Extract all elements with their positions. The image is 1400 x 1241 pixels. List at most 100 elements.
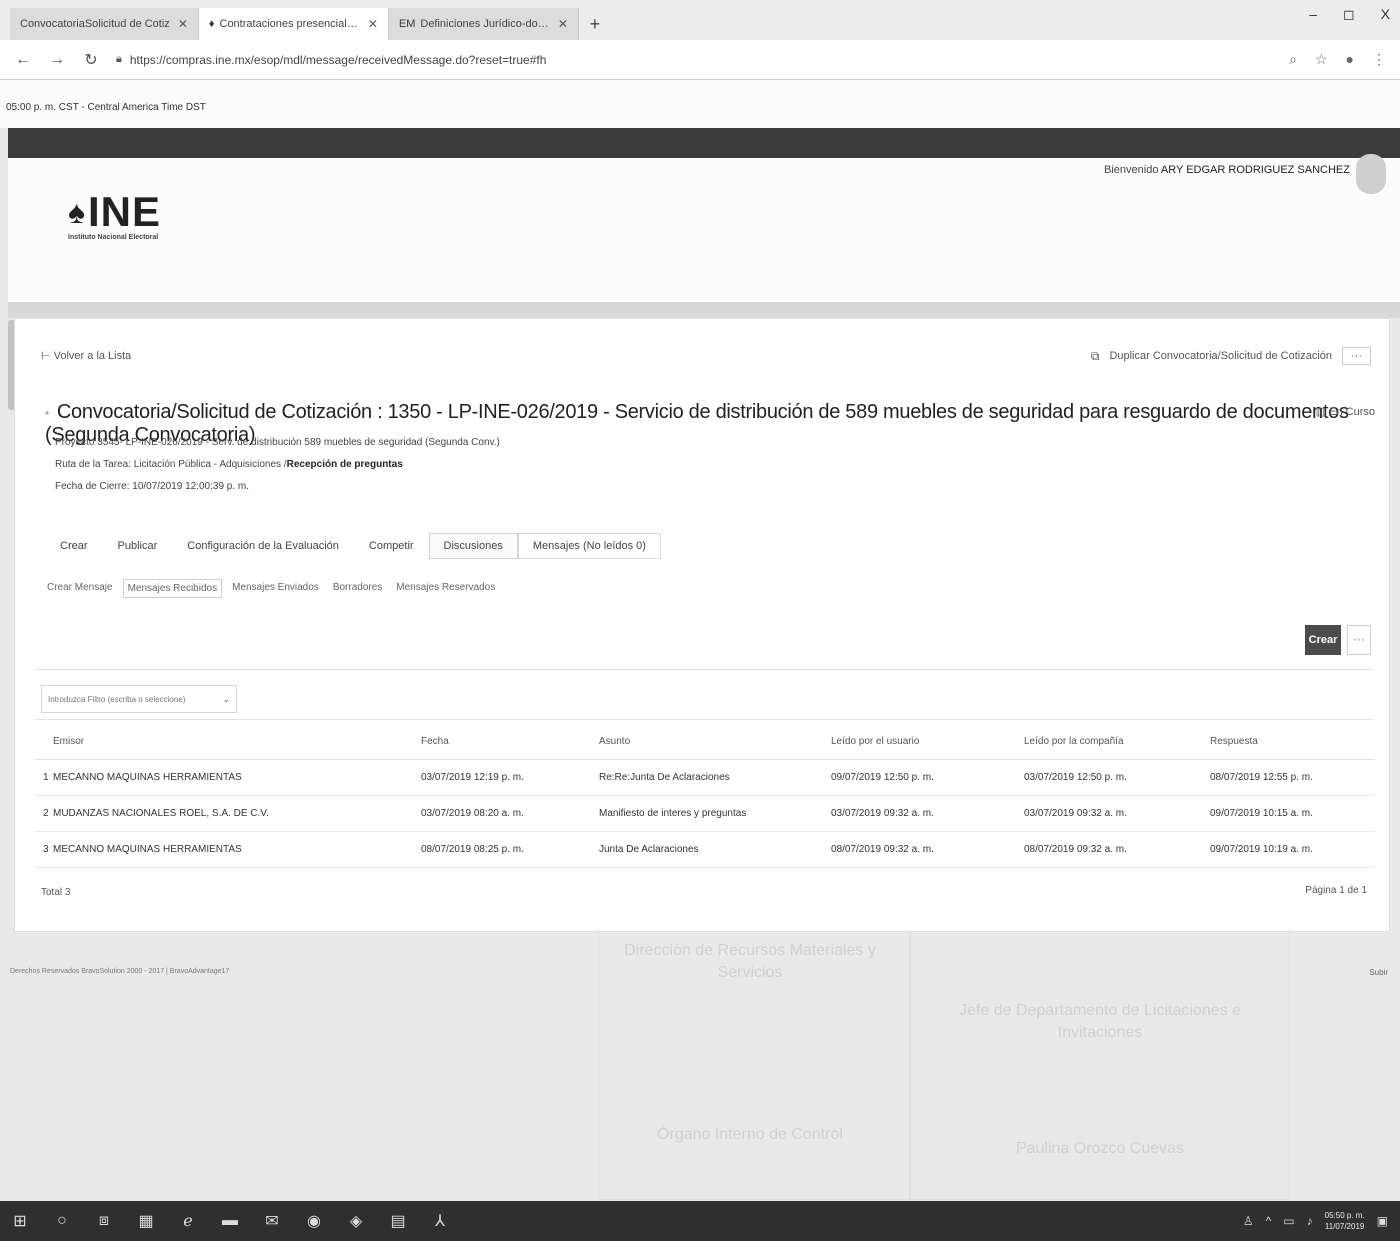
back-to-list-link[interactable]: ⊢ Volver a la Lista (41, 349, 131, 362)
task-view-icon[interactable]: ⧈ (94, 1212, 114, 1230)
url-field[interactable]: 🔒︎ https://compras.ine.mx/esop/mdl/messa… (116, 53, 1273, 67)
column-header-leido-usuario[interactable]: Leído por el usuario (831, 725, 1024, 760)
duplicate-rfq-area: ⧉ Duplicar Convocatoria/Solicitud de Cot… (1091, 347, 1371, 365)
cell-leido-usuario: 03/07/2019 09:32 a. m. (831, 795, 1024, 832)
tray-chevron-up-icon[interactable]: ^ (1266, 1214, 1272, 1228)
clock-date: 11/07/2019 (1324, 1222, 1365, 1231)
outlook-icon[interactable]: ✉ (262, 1211, 282, 1231)
column-header-fecha[interactable]: Fecha (421, 725, 599, 760)
windows-start-icon[interactable]: ⊞ (10, 1211, 30, 1231)
cell-emisor[interactable]: MECANNO MAQUINAS HERRAMIENTAS (53, 831, 421, 868)
cell-asunto[interactable]: Manifiesto de interes y preguntas (599, 795, 831, 832)
user-name[interactable]: ARY EDGAR RODRIGUEZ SANCHEZ (1161, 164, 1350, 176)
pdf-icon[interactable]: ⅄ (430, 1211, 450, 1231)
tab-configuracion-evaluacion[interactable]: Configuración de la Evaluación (172, 533, 354, 559)
lock-icon: 🔒︎ (116, 53, 122, 65)
cell-asunto[interactable]: Junta De Aclaraciones (599, 831, 831, 868)
avatar[interactable] (1356, 154, 1386, 194)
cell-leido-usuario: 09/07/2019 12:50 p. m. (831, 759, 1024, 796)
subtab-mensajes-enviados[interactable]: Mensajes Enviados (228, 579, 323, 598)
tab-competir[interactable]: Competir (354, 533, 429, 559)
more-actions-button[interactable]: ··· (1342, 347, 1371, 365)
close-window-button[interactable]: X (1381, 6, 1390, 23)
calculator-icon[interactable]: ▦ (136, 1211, 156, 1231)
timezone-bar: 05:00 p. m. CST - Central America Time D… (0, 80, 1400, 128)
cell-fecha: 03/07/2019 08:20 a. m. (421, 795, 599, 832)
cell-emisor[interactable]: MECANNO MAQUINAS HERRAMIENTAS (53, 759, 421, 796)
column-header-emisor[interactable]: Emisor (53, 725, 421, 760)
tab-mensajes[interactable]: Mensajes (No leídos 0) (517, 533, 661, 559)
search-circle-icon[interactable]: ○ (52, 1212, 72, 1230)
tab-publicar[interactable]: Publicar (103, 533, 173, 559)
close-icon[interactable]: ✕ (368, 17, 378, 31)
maximize-button[interactable]: ◻ (1343, 6, 1355, 23)
forward-arrow-icon[interactable]: → (48, 51, 66, 69)
ine-diamond-icon: ♠ (68, 194, 86, 230)
filter-input[interactable] (48, 694, 218, 704)
chevron-down-icon[interactable]: ⌄ (222, 694, 230, 705)
tab-crear[interactable]: Crear (45, 533, 103, 559)
timezone-text: 05:00 p. m. CST - Central America Time D… (6, 102, 206, 113)
ine-logo[interactable]: ♠INE Instituto Nacional Electoral (68, 191, 161, 242)
logo-subtitle: Instituto Nacional Electoral (68, 234, 159, 241)
address-bar-actions: ⌕ ☆ ● ⋮ (1289, 51, 1386, 68)
scroll-top-link[interactable]: Subir (1369, 968, 1388, 977)
menu-kebab-icon[interactable]: ⋮ (1372, 51, 1386, 68)
notifications-icon[interactable]: ▣ (1377, 1214, 1388, 1228)
back-arrow-icon[interactable]: ← (14, 51, 32, 69)
close-icon[interactable]: ✕ (558, 17, 568, 31)
minimize-button[interactable]: – (1309, 6, 1317, 23)
clock-time: 05:50 p. m. (1324, 1211, 1365, 1220)
subtab-mensajes-recibidos[interactable]: Mensajes Recibidos (122, 579, 223, 598)
filter-field[interactable]: ⌄ (41, 685, 237, 713)
ine-favicon-icon: ♦ (208, 18, 215, 30)
message-subtabs: Crear Mensaje Mensajes Recibidos Mensaje… (43, 579, 499, 598)
cell-emisor[interactable]: MUDANZAS NACIONALES ROEL, S.A. DE C.V. (53, 795, 421, 832)
pagination[interactable]: Página 1 de 1 (1305, 885, 1367, 896)
close-icon[interactable]: ✕ (178, 17, 188, 31)
column-header-respuesta[interactable]: Respuesta (1210, 725, 1375, 760)
column-header-asunto[interactable]: Asunto (599, 725, 831, 760)
network-icon[interactable]: ▭ (1283, 1214, 1294, 1228)
subtab-mensajes-reservados[interactable]: Mensajes Reservados (392, 579, 499, 598)
background-text: Dirección de Recursos Materiales y Servi… (624, 942, 876, 981)
duplicate-icon: ⧉ (1090, 348, 1100, 363)
windows-taskbar: ⊞ ○ ⧈ ▦ ℯ ▬ ✉ ◉ ◈ ▤ ⅄ ♙ ^ ▭ ♪ 05:50 p. m… (0, 1201, 1400, 1241)
profile-icon[interactable]: ● (1346, 51, 1354, 68)
app-icon[interactable]: ◈ (346, 1211, 366, 1231)
table-row[interactable]: 2 MUDANZAS NACIONALES ROEL, S.A. DE C.V.… (35, 795, 1375, 832)
new-tab-button[interactable]: + (579, 8, 611, 40)
taskbar-clock[interactable]: 05:50 p. m. 11/07/2019 (1325, 1210, 1365, 1232)
tab-discusiones[interactable]: Discusiones (428, 533, 518, 559)
column-header-leido-compania[interactable]: Leído por la compañía (1024, 725, 1210, 760)
edge-icon[interactable]: ℯ (178, 1211, 198, 1231)
cell-leido-compania: 03/07/2019 12:50 p. m. (1024, 759, 1210, 796)
system-tray: ♙ ^ ▭ ♪ 05:50 p. m. 11/07/2019 ▣ (1243, 1201, 1388, 1241)
top-banner (8, 128, 1400, 158)
volume-icon[interactable]: ♪ (1307, 1214, 1313, 1228)
back-arrow-icon: ⊢ (41, 350, 54, 362)
browser-tab-1[interactable]: ConvocatoriaSolicitud de Cotiz ✕ (10, 8, 199, 40)
chrome-icon[interactable]: ◉ (304, 1211, 324, 1231)
zoom-icon[interactable]: ⌕ (1289, 51, 1297, 68)
status-badge: ▥ En Curso (1315, 406, 1375, 418)
collapse-icon[interactable]: • (45, 406, 49, 420)
people-icon[interactable]: ♙ (1243, 1214, 1254, 1228)
create-more-button[interactable]: ··· (1347, 625, 1371, 655)
cell-respuesta: 09/07/2019 10:15 a. m. (1210, 795, 1375, 832)
bookmark-star-icon[interactable]: ☆ (1315, 51, 1328, 68)
reload-icon[interactable]: ↻ (82, 50, 100, 70)
table-row[interactable]: 1 MECANNO MAQUINAS HERRAMIENTAS 03/07/20… (35, 759, 1375, 796)
browser-tab-2[interactable]: ♦ Contrataciones presenciales - Ins ✕ (198, 8, 389, 40)
browser-tab-3[interactable]: EM Definiciones Jurídico-doctrinales ✕ (388, 8, 579, 40)
subtab-borradores[interactable]: Borradores (329, 579, 386, 598)
duplicate-rfq-link[interactable]: Duplicar Convocatoria/Solicitud de Cotiz… (1109, 350, 1332, 362)
welcome-message: Bienvenido ARY EDGAR RODRIGUEZ SANCHEZ (1104, 164, 1350, 176)
file-explorer-icon[interactable]: ▬ (220, 1212, 240, 1230)
excel-icon[interactable]: ▤ (388, 1211, 408, 1231)
table-row[interactable]: 3 MECANNO MAQUINAS HERRAMIENTAS 08/07/20… (35, 831, 1375, 868)
create-message-button[interactable]: Crear (1305, 625, 1341, 655)
subtab-crear-mensaje[interactable]: Crear Mensaje (43, 579, 117, 598)
divider (35, 719, 1373, 720)
cell-asunto[interactable]: Re:Re:Junta De Aclaraciones (599, 759, 831, 796)
